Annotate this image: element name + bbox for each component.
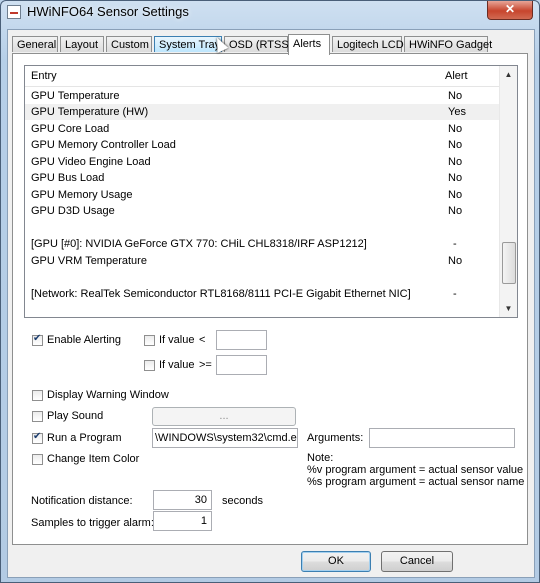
alert-state: Yes bbox=[448, 106, 466, 118]
arguments-input[interactable] bbox=[369, 428, 515, 448]
list-item[interactable] bbox=[25, 220, 501, 236]
column-entry[interactable]: Entry bbox=[31, 70, 57, 82]
close-button[interactable]: ✕ bbox=[487, 1, 533, 20]
ge-operator: >= bbox=[199, 359, 212, 371]
alert-state: No bbox=[448, 189, 463, 201]
list-item[interactable]: GPU Core Load No bbox=[25, 121, 501, 137]
entry-name: GPU Temperature bbox=[31, 90, 120, 102]
entry-name: GPU VRM Temperature bbox=[31, 255, 147, 267]
entry-name: GPU Memory Usage bbox=[31, 189, 133, 201]
change-color-checkbox[interactable] bbox=[32, 454, 43, 465]
entry-name: GPU Bus Load bbox=[31, 172, 105, 184]
alert-state: - bbox=[453, 238, 457, 250]
sound-browse-button[interactable]: ... bbox=[152, 407, 296, 426]
program-path-input[interactable]: \WINDOWS\system32\cmd.exe bbox=[152, 428, 298, 448]
alert-state: No bbox=[448, 205, 463, 217]
samples-label: Samples to trigger alarm: bbox=[31, 517, 154, 529]
alert-state: No bbox=[448, 255, 463, 267]
ge-value-input[interactable] bbox=[216, 355, 267, 375]
tab-hwinfo-gadget[interactable]: HWiNFO Gadget bbox=[404, 36, 492, 52]
notification-distance-input[interactable]: 30 bbox=[153, 490, 212, 510]
alert-state: No bbox=[448, 123, 463, 135]
alert-state: No bbox=[448, 172, 463, 184]
tab-general[interactable]: General bbox=[12, 36, 58, 52]
less-operator: < bbox=[199, 334, 206, 346]
enable-alerting-checkbox[interactable] bbox=[32, 333, 43, 346]
entry-name: [GPU [#0]: NVIDIA GeForce GTX 770: CHiL … bbox=[31, 238, 367, 250]
note-line-name: %s program argument = actual sensor name bbox=[307, 476, 525, 488]
note-title: Note: bbox=[307, 452, 334, 464]
tab-osd-rtss[interactable]: OSD (RTSS) bbox=[224, 36, 292, 52]
less-value-input[interactable] bbox=[216, 330, 267, 350]
list-item[interactable]: [GPU [#0]: NVIDIA GeForce GTX 770: CHiL … bbox=[25, 236, 501, 252]
tab-alerts[interactable]: Alerts bbox=[288, 34, 330, 55]
scroll-thumb[interactable] bbox=[502, 242, 516, 284]
scroll-down-arrow-icon[interactable]: ▼ bbox=[500, 300, 517, 317]
run-program-label: Run a Program bbox=[47, 432, 122, 444]
entry-name: GPU Video Engine Load bbox=[31, 156, 151, 168]
display-warning-label: Display Warning Window bbox=[47, 389, 169, 401]
dialog-window: HWiNFO64 Sensor Settings ✕ General Layou… bbox=[0, 0, 540, 583]
alert-state: No bbox=[448, 156, 463, 168]
if-less-checkbox[interactable] bbox=[144, 335, 155, 346]
if-less-label: If value bbox=[159, 334, 195, 346]
list-item[interactable]: GPU Memory Usage No bbox=[25, 187, 501, 203]
entry-name: GPU D3D Usage bbox=[31, 205, 115, 217]
list-item[interactable]: GPU D3D Usage No bbox=[25, 203, 501, 219]
app-icon bbox=[7, 5, 21, 19]
window-title: HWiNFO64 Sensor Settings bbox=[27, 4, 189, 19]
list-header: Entry Alert bbox=[25, 66, 501, 87]
list-item[interactable]: GPU Video Engine Load No bbox=[25, 154, 501, 170]
alert-state: No bbox=[448, 139, 463, 151]
samples-input[interactable]: 1 bbox=[153, 511, 212, 531]
list-item[interactable]: GPU Bus Load No bbox=[25, 170, 501, 186]
arguments-label: Arguments: bbox=[307, 432, 364, 444]
alert-state: - bbox=[453, 288, 457, 300]
entry-name: [Network: RealTek Semiconductor RTL8168/… bbox=[31, 288, 411, 300]
scroll-up-arrow-icon[interactable]: ▲ bbox=[500, 66, 517, 83]
entry-name: GPU Memory Controller Load bbox=[31, 139, 176, 151]
tab-layout[interactable]: Layout bbox=[60, 36, 104, 52]
tab-system-tray[interactable]: System Tray bbox=[154, 36, 222, 52]
list-item[interactable]: GPU Temperature No bbox=[25, 88, 501, 104]
ok-button[interactable]: OK bbox=[301, 551, 371, 572]
distance-unit-label: seconds bbox=[222, 495, 263, 507]
column-alert[interactable]: Alert bbox=[445, 70, 468, 82]
list-item[interactable]: GPU Memory Controller Load No bbox=[25, 137, 501, 153]
sensor-list[interactable]: Entry Alert GPU Temperature No GPU Temper… bbox=[24, 65, 518, 318]
play-sound-checkbox[interactable] bbox=[32, 411, 43, 422]
alerts-panel: Entry Alert GPU Temperature No GPU Temper… bbox=[12, 53, 528, 545]
play-sound-label: Play Sound bbox=[47, 410, 104, 422]
list-item[interactable]: GPU Temperature (HW) Yes bbox=[25, 104, 501, 120]
tab-custom[interactable]: Custom bbox=[106, 36, 152, 52]
tab-logitech-lcd[interactable]: Logitech LCD bbox=[332, 36, 404, 52]
if-ge-checkbox[interactable] bbox=[144, 360, 155, 371]
title-bar[interactable]: HWiNFO64 Sensor Settings ✕ bbox=[1, 1, 539, 23]
note-line-value: %v program argument = actual sensor valu… bbox=[307, 464, 524, 476]
if-ge-label: If value bbox=[159, 359, 195, 371]
list-item[interactable]: GPU VRM Temperature No bbox=[25, 253, 501, 269]
entry-name: GPU Core Load bbox=[31, 123, 110, 135]
change-color-label: Change Item Color bbox=[47, 453, 140, 465]
display-warning-checkbox[interactable] bbox=[32, 390, 43, 401]
list-scrollbar[interactable]: ▲ ▼ bbox=[499, 66, 517, 317]
list-item[interactable] bbox=[25, 269, 501, 285]
run-program-checkbox[interactable] bbox=[32, 431, 43, 444]
cancel-button[interactable]: Cancel bbox=[381, 551, 453, 572]
dialog-client: General Layout Custom System Tray OSD (R… bbox=[7, 29, 535, 578]
list-item[interactable]: [Network: RealTek Semiconductor RTL8168/… bbox=[25, 286, 501, 302]
notification-distance-label: Notification distance: bbox=[31, 495, 133, 507]
entry-name: GPU Temperature (HW) bbox=[31, 106, 149, 118]
alert-state: No bbox=[448, 90, 463, 102]
enable-alerting-label: Enable Alerting bbox=[47, 334, 121, 346]
